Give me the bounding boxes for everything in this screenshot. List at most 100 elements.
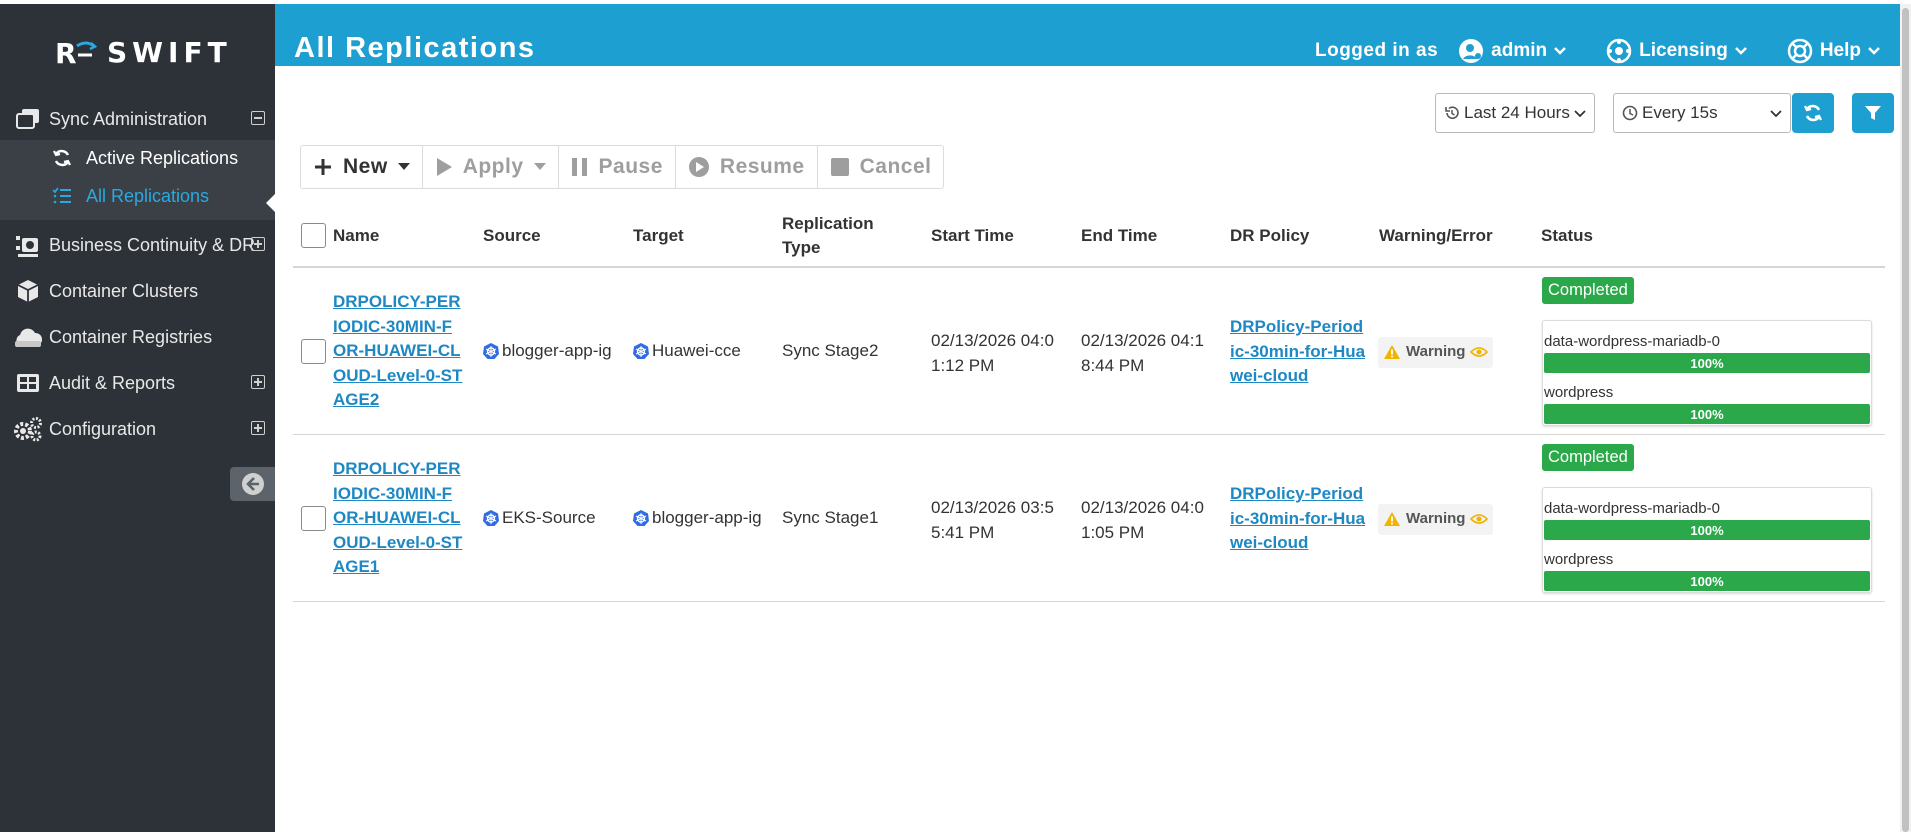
resume-button[interactable]: Resume <box>676 146 818 188</box>
column-header-warning-error[interactable]: Warning/Error <box>1379 205 1493 266</box>
volume-progress-card: data-wordpress-mariadb-0 100% wordpress … <box>1542 320 1872 426</box>
clock-icon <box>1622 105 1638 121</box>
volume-progress-bar: 100% <box>1544 571 1870 591</box>
stop-icon <box>830 158 849 176</box>
grid-icon <box>12 369 44 397</box>
sidebar-item-label: Sync Administration <box>49 108 208 129</box>
progress-fill: 100% <box>1544 571 1870 591</box>
volume-progress-bar: 100% <box>1544 404 1870 424</box>
user-menu[interactable]: admin <box>1458 38 1567 64</box>
sidebar-item-container-clusters[interactable]: Container Clusters <box>0 268 275 314</box>
expand-icon[interactable] <box>251 375 265 389</box>
sidebar-item-audit-reports[interactable]: Audit & Reports <box>0 360 275 406</box>
chevron-down-icon <box>1868 47 1880 55</box>
select-all-checkbox[interactable] <box>301 223 326 248</box>
replication-name[interactable]: DRPOLICY-PERIODIC-30MIN-FOR-HUAWEI-CLOUD… <box>333 457 465 580</box>
pause-button[interactable]: Pause <box>559 146 676 188</box>
source-cell: blogger-app-ig <box>482 339 612 364</box>
expand-icon[interactable] <box>251 421 265 435</box>
time-range-select[interactable]: Last 24 Hours <box>1435 93 1595 133</box>
sidebar-item-label: Audit & Reports <box>49 372 176 393</box>
target-name: Huawei-cce <box>652 341 741 360</box>
cube-icon <box>12 277 44 305</box>
row-checkbox-cell <box>301 339 326 364</box>
eye-icon[interactable] <box>1470 346 1489 358</box>
column-header-replication-type[interactable]: Replication Type <box>782 205 892 266</box>
page-scrollbar[interactable] <box>1900 4 1911 832</box>
dr-policy-name[interactable]: DRPolicy-Periodic-30min-for-Huawei-cloud <box>1230 482 1366 556</box>
start-time: 02/13/2026 03:55:41 PM <box>931 498 1054 542</box>
dr-policy-link[interactable]: DRPolicy-Periodic-30min-for-Huawei-cloud <box>1230 315 1366 389</box>
kubernetes-icon <box>632 342 650 360</box>
volume-progress-bar: 100% <box>1544 353 1870 373</box>
end-time: 02/13/2026 04:18:44 PM <box>1081 331 1204 375</box>
volume-name: data-wordpress-mariadb-0 <box>1544 333 1720 350</box>
column-header-start-time[interactable]: Start Time <box>931 205 1014 266</box>
chevron-down-icon <box>1734 47 1747 55</box>
sidebar-item-label: Configuration <box>49 418 157 439</box>
eye-icon[interactable] <box>1470 513 1489 525</box>
replication-name-link[interactable]: DRPOLICY-PERIODIC-30MIN-FOR-HUAWEI-CLOUD… <box>333 290 465 413</box>
play-icon <box>436 158 452 176</box>
apply-button[interactable]: Apply <box>423 146 559 188</box>
caret-down-icon <box>397 163 410 170</box>
sidebar-item-sync-administration[interactable]: Sync Administration <box>0 96 275 142</box>
apply-label: Apply <box>462 155 524 178</box>
scrollbar-thumb[interactable] <box>1902 8 1909 832</box>
column-header-dr-policy[interactable]: DR Policy <box>1230 205 1309 266</box>
dr-policy-name[interactable]: DRPolicy-Periodic-30min-for-Huawei-cloud <box>1230 315 1366 389</box>
logo[interactable]: R SWIFT <box>55 32 232 72</box>
replication-type: Sync Stage2 <box>782 341 879 360</box>
warning-badge[interactable]: Warning <box>1378 504 1494 535</box>
active-pointer <box>266 194 275 212</box>
collapse-sidebar-button[interactable] <box>230 467 275 501</box>
row-checkbox[interactable] <box>301 506 326 531</box>
expand-icon[interactable] <box>251 237 265 251</box>
progress-fill: 100% <box>1544 353 1870 373</box>
column-header-end-time[interactable]: End Time <box>1081 205 1157 266</box>
chevron-down-icon <box>1770 110 1782 118</box>
help-icon <box>1787 38 1813 64</box>
warning-badge[interactable]: Warning <box>1378 337 1494 368</box>
sidebar-item-all-replications[interactable]: All Replications <box>52 178 209 214</box>
user-name: admin <box>1491 40 1548 61</box>
sidebar-item-business-continuity[interactable]: Business Continuity & DR <box>0 222 275 268</box>
new-button[interactable]: New <box>301 146 423 188</box>
sidebar-item-active-replications[interactable]: Active Replications <box>52 140 238 176</box>
column-header-source[interactable]: Source <box>483 205 541 266</box>
sidebar-item-label: Business Continuity & DR <box>49 234 256 255</box>
help-menu[interactable]: Help <box>1787 38 1880 64</box>
row-checkbox-cell <box>301 506 326 531</box>
column-header-target[interactable]: Target <box>633 205 684 266</box>
cloud-icon <box>12 323 44 351</box>
sidebar-item-configuration[interactable]: Configuration <box>0 406 275 452</box>
sync-icon <box>52 147 76 169</box>
source-cell: EKS-Source <box>482 506 596 531</box>
warning-cell: Warning <box>1378 337 1494 368</box>
table-row: DRPOLICY-PERIODIC-30MIN-FOR-HUAWEI-CLOUD… <box>293 435 1885 602</box>
dr-policy-link[interactable]: DRPolicy-Periodic-30min-for-Huawei-cloud <box>1230 482 1366 556</box>
sidebar-item-container-registries[interactable]: Container Registries <box>0 314 275 360</box>
replications-table: Name Source Target Replication Type Star… <box>293 205 1885 602</box>
end-time: 02/13/2026 04:01:05 PM <box>1081 498 1204 542</box>
replication-type: Sync Stage1 <box>782 508 879 527</box>
source-name: EKS-Source <box>502 508 596 527</box>
column-header-status[interactable]: Status <box>1541 205 1593 266</box>
refresh-button[interactable] <box>1792 93 1834 133</box>
volume-name: wordpress <box>1544 551 1614 568</box>
replication-name[interactable]: DRPOLICY-PERIODIC-30MIN-FOR-HUAWEI-CLOUD… <box>333 290 465 413</box>
header: All Replications Logged in as admin Lice… <box>275 4 1900 66</box>
column-header-name[interactable]: Name <box>333 205 379 266</box>
page-title: All Replications <box>294 32 536 64</box>
brand-name: SWIFT <box>107 35 232 69</box>
pause-label: Pause <box>598 155 663 178</box>
chevron-down-icon <box>1574 110 1586 118</box>
filter-button[interactable] <box>1852 93 1894 133</box>
cancel-button[interactable]: Cancel <box>818 146 944 188</box>
licensing-menu[interactable]: Licensing <box>1606 38 1747 64</box>
refresh-interval-select[interactable]: Every 15s <box>1613 93 1791 133</box>
collapse-icon[interactable] <box>251 111 265 125</box>
gears-icon <box>12 415 44 443</box>
replication-name-link[interactable]: DRPOLICY-PERIODIC-30MIN-FOR-HUAWEI-CLOUD… <box>333 457 465 580</box>
row-checkbox[interactable] <box>301 339 326 364</box>
